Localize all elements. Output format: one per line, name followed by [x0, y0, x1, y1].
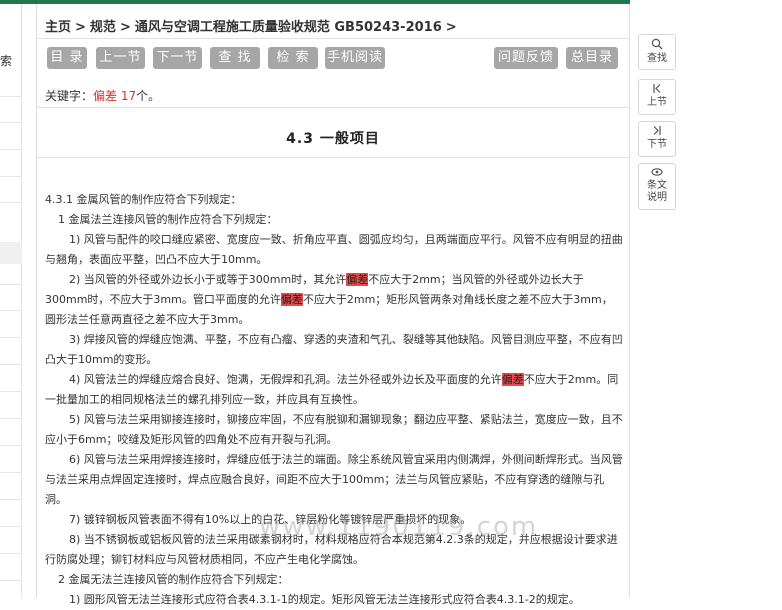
left-divider: [0, 418, 22, 419]
keyword-line: 关键字：偏差 17个。: [45, 87, 160, 104]
clause-sub-2: 2) 当风管的外径或外边长小于或等于300mm时，其允许偏差不应大于2mm；当风…: [45, 270, 623, 330]
side-explanation-label-1: 条文: [647, 180, 667, 191]
clause-sub-5: 5) 风管与法兰采用铆接连接时，铆接应牢固，不应有脱铆和漏铆现象；翻边应平整、紧…: [45, 413, 623, 446]
clause-4-3-1: 4.3.1 金属风管的制作应符合下列规定：: [45, 193, 242, 206]
keyword-count: 17: [120, 89, 137, 103]
breadcrumb-separator: >: [119, 20, 131, 35]
side-explanation-label-2: 说明: [647, 192, 667, 203]
left-divider: [0, 364, 22, 365]
left-divider: [0, 337, 22, 338]
breadcrumb-separator: >: [445, 20, 457, 35]
left-divider: [0, 553, 22, 554]
left-divider: [0, 526, 22, 527]
next-section-button[interactable]: 下一节: [153, 47, 202, 69]
left-divider: [0, 391, 22, 392]
keyword-suffix: 个。: [136, 89, 161, 103]
side-prev-button[interactable]: 上节: [638, 79, 676, 115]
prev-icon: [639, 83, 675, 97]
left-search-tab[interactable]: 索: [0, 52, 12, 69]
keyword-term: 偏差: [93, 89, 118, 103]
find-button[interactable]: 查 找: [210, 47, 260, 69]
left-divider: [0, 96, 22, 97]
left-divider: [0, 310, 22, 311]
side-find-label: 查找: [647, 53, 667, 64]
left-divider: [0, 149, 22, 150]
left-divider: [0, 472, 22, 473]
breadcrumb-separator: >: [75, 20, 86, 35]
side-prev-label: 上节: [647, 97, 667, 108]
breadcrumb-spec[interactable]: 规范: [90, 20, 116, 35]
left-divider: [0, 284, 22, 285]
title-divider: [37, 157, 629, 158]
search-icon: [639, 38, 675, 53]
left-panel: 索: [0, 4, 22, 598]
spec-body: 4.3.1 金属风管的制作应符合下列规定： 1 金属法兰连接风管的制作应符合下列…: [45, 190, 623, 610]
left-divider: [0, 445, 22, 446]
header-divider: [37, 38, 629, 39]
side-explanation-button[interactable]: 条文 说明: [638, 163, 676, 210]
all-catalog-button[interactable]: 总目录: [566, 47, 618, 69]
left-divider: [0, 499, 22, 500]
text-run: 2) 当风管的外径或外边长小于或等于300mm时，其允许: [69, 273, 347, 286]
clause-sub-4: 4) 风管法兰的焊缝应熔合良好、饱满，无假焊和孔洞。法兰外径或外边长及平面度的允…: [45, 370, 623, 410]
mobile-read-button[interactable]: 手机阅读: [325, 47, 385, 69]
section-title: 4.3 一般项目: [286, 131, 380, 147]
search-button[interactable]: 检 索: [268, 47, 318, 69]
side-next-label: 下节: [647, 139, 667, 150]
clause-item-1: 1 金属法兰连接风管的制作应符合下列规定：: [58, 213, 278, 226]
prev-section-button[interactable]: 上一节: [96, 47, 145, 69]
breadcrumb: 主页 > 规范 > 通风与空调工程施工质量验收规范 GB50243-2016 >: [45, 16, 461, 35]
side-find-button[interactable]: 查找: [638, 34, 676, 70]
catalog-button[interactable]: 目 录: [47, 47, 87, 69]
clause-sub-3: 3) 焊接风管的焊缝应饱满、平整，不应有凸瘤、穿透的夹渣和气孔、裂缝等其他缺陷。…: [45, 333, 623, 366]
keyword-label: 关键字：: [45, 89, 94, 103]
feedback-button[interactable]: 问题反馈: [494, 47, 558, 69]
left-divider: [0, 580, 22, 581]
side-next-button[interactable]: 下节: [638, 121, 676, 157]
keyword-divider: [37, 107, 629, 108]
left-selected-item[interactable]: [0, 242, 22, 264]
left-divider: [0, 202, 22, 203]
text-run: 4) 风管法兰的焊缝应熔合良好、饱满，无假焊和孔洞。法兰外径或外边长及平面度的允…: [69, 373, 502, 386]
breadcrumb-home[interactable]: 主页: [45, 20, 71, 35]
keyword-highlight: 偏差: [501, 373, 524, 386]
next-icon: [639, 125, 675, 139]
left-divider: [0, 176, 22, 177]
clause-item-2: 2 金属无法兰连接风管的制作应符合下列规定：: [58, 573, 289, 586]
keyword-highlight: 偏差: [280, 293, 303, 306]
eye-icon: [639, 167, 675, 180]
clause-sub-1: 1) 风管与配件的咬口缝应紧密、宽度应一致、折角应平直、圆弧应均匀，且两端面应平…: [45, 233, 623, 266]
main-content: 主页 > 规范 > 通风与空调工程施工质量验收规范 GB50243-2016 > 目 录 …: [36, 4, 630, 606]
clause-sub-2-1: 1) 圆形风管无法兰连接形式应符合表4.3.1-1的规定。矩形风管无法兰连接形式…: [69, 593, 580, 606]
left-divider: [0, 122, 22, 123]
breadcrumb-document[interactable]: 通风与空调工程施工质量验收规范 GB50243-2016: [135, 20, 442, 35]
clause-sub-6: 6) 风管与法兰采用焊接连接时，焊缝应低于法兰的端面。除尘系统风管宜采用内侧满焊…: [45, 453, 623, 506]
keyword-highlight: 偏差: [346, 273, 369, 286]
watermark: www.1190119.com: [259, 512, 539, 542]
